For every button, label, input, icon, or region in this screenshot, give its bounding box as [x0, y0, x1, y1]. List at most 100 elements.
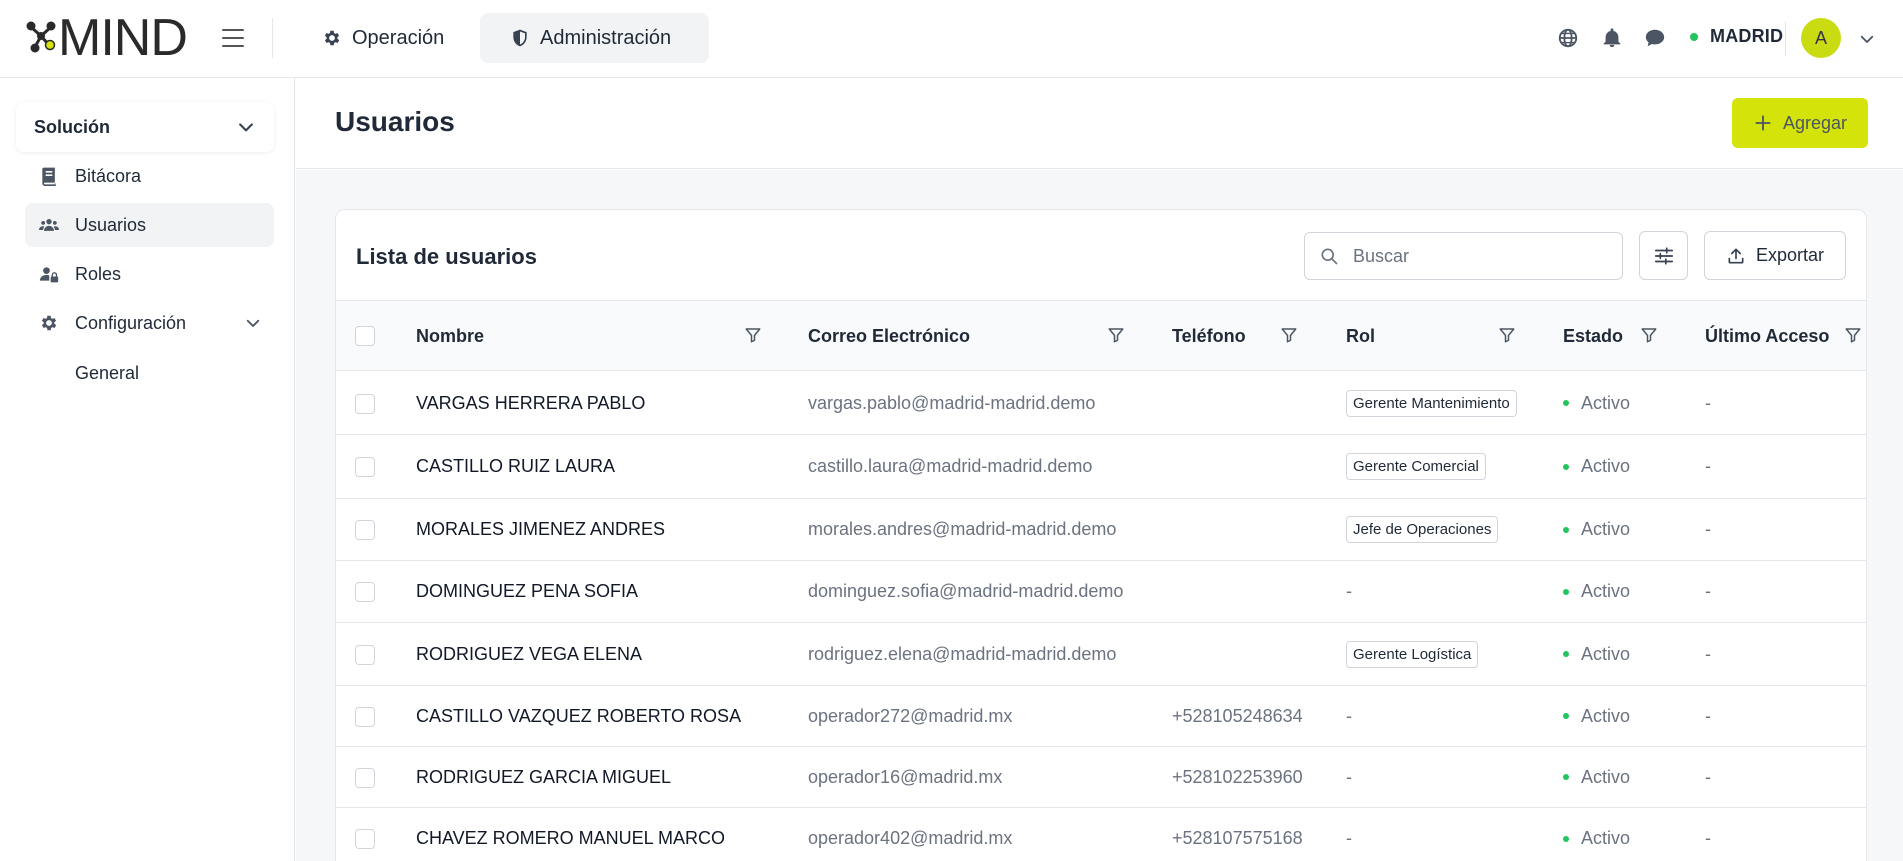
add-button[interactable]: Agregar	[1732, 98, 1868, 148]
column-header-ultimo-acceso[interactable]: Último Acceso	[1705, 301, 1829, 371]
role-badge: Jefe de Operaciones	[1346, 516, 1499, 543]
plus-icon	[1755, 115, 1771, 131]
search-box[interactable]	[1304, 232, 1623, 280]
user-email: operador16@madrid.mx	[808, 766, 1003, 787]
table-row[interactable]: RODRIGUEZ VEGA ELENA rodriguez.elena@madr…	[336, 623, 1866, 686]
menu-toggle-icon[interactable]	[220, 26, 246, 50]
user-phone: +528105248634	[1172, 705, 1303, 726]
tab-label: Administración	[540, 26, 672, 49]
table-row[interactable]: CASTILLO VAZQUEZ ROBERTO ROSA operador272…	[336, 686, 1866, 747]
user-status: Activo	[1563, 499, 1630, 560]
search-input[interactable]	[1353, 245, 1603, 267]
location-label: MADRID	[1710, 26, 1784, 46]
column-settings-button[interactable]	[1639, 231, 1688, 280]
user-last-access: -	[1705, 456, 1711, 476]
row-checkbox[interactable]	[355, 520, 375, 540]
sidebar-subitem-general[interactable]: General	[75, 353, 139, 393]
user-email: castillo.laura@madrid-madrid.demo	[808, 456, 1093, 476]
user-last-access: -	[1705, 828, 1711, 848]
table-row[interactable]: DOMINGUEZ PENA SOFIA dominguez.sofia@madr…	[336, 561, 1866, 623]
user-email: morales.andres@madrid-madrid.demo	[808, 519, 1117, 539]
top-bar: MIND Operación Administración MADRID A	[0, 0, 1903, 78]
row-checkbox[interactable]	[355, 829, 375, 849]
status-dot	[1563, 526, 1569, 533]
tab-administracion[interactable]: Administración	[480, 13, 709, 63]
filter-icon[interactable]	[744, 326, 762, 344]
status-dot	[1563, 713, 1569, 719]
user-name: CASTILLO VAZQUEZ ROBERTO ROSA	[416, 705, 742, 726]
status-dot	[1563, 835, 1569, 842]
filter-icon[interactable]	[1640, 326, 1658, 344]
column-header-rol[interactable]: Rol	[1346, 301, 1375, 371]
divider	[272, 18, 273, 58]
sidebar-item-roles[interactable]: Roles	[25, 252, 274, 296]
row-checkbox[interactable]	[355, 582, 375, 602]
chat-icon[interactable]	[1642, 25, 1668, 51]
bell-icon[interactable]	[1599, 25, 1625, 51]
table-row[interactable]: CASTILLO RUIZ LAURA castillo.laura@madrid…	[336, 435, 1866, 499]
user-last-access: -	[1705, 705, 1711, 726]
book-icon	[42, 167, 56, 186]
status-label: Activo	[1581, 643, 1631, 664]
solution-selector[interactable]: Solución	[16, 102, 274, 152]
sidebar-item-configuracion[interactable]: Configuración	[25, 301, 274, 345]
table-row[interactable]: MORALES JIMENEZ ANDRES morales.andres@mad…	[336, 499, 1866, 561]
table-header: Nombre Correo Electrónico Teléfono Rol E…	[336, 300, 1866, 371]
app-logo[interactable]: MIND	[24, 12, 188, 64]
location-selector[interactable]: MADRID	[1690, 26, 1783, 47]
tab-operacion[interactable]: Operación	[292, 13, 474, 63]
filter-icon[interactable]	[1107, 326, 1125, 344]
gear-icon	[41, 315, 57, 331]
role-badge: Gerente Comercial	[1346, 453, 1486, 480]
avatar[interactable]: A	[1801, 18, 1841, 58]
search-icon	[1321, 248, 1338, 265]
chevron-down-icon	[239, 123, 253, 132]
row-checkbox[interactable]	[355, 644, 375, 665]
user-name: RODRIGUEZ VEGA ELENA	[416, 643, 643, 664]
user-status: Activo	[1563, 372, 1630, 434]
user-status: Activo	[1563, 808, 1630, 861]
table-row[interactable]: RODRIGUEZ GARCIA MIGUEL operador16@madrid…	[336, 747, 1866, 808]
column-header-telefono[interactable]: Teléfono	[1172, 301, 1246, 371]
status-label: Activo	[1581, 581, 1631, 601]
location-status-dot	[1690, 32, 1698, 41]
table-row[interactable]: CHAVEZ ROMERO MANUEL MARCO operador402@ma…	[336, 808, 1866, 861]
row-checkbox[interactable]	[355, 706, 375, 727]
user-last-access: -	[1705, 581, 1711, 601]
row-checkbox[interactable]	[355, 393, 375, 414]
column-header-correo[interactable]: Correo Electrónico	[808, 301, 970, 371]
user-name: DOMINGUEZ PENA SOFIA	[416, 581, 639, 601]
filter-icon[interactable]	[1498, 326, 1516, 344]
role-text: -	[1346, 581, 1352, 601]
role-text: -	[1346, 766, 1352, 787]
chevron-down-icon[interactable]	[1858, 30, 1876, 48]
card-title: Lista de usuarios	[356, 244, 537, 269]
export-button[interactable]: Exportar	[1704, 231, 1846, 280]
table-row[interactable]: VARGAS HERRERA PABLO vargas.pablo@madrid-…	[336, 372, 1866, 435]
column-header-nombre[interactable]: Nombre	[416, 301, 484, 371]
sidebar-item-usuarios[interactable]: Usuarios	[25, 203, 274, 247]
row-checkbox[interactable]	[355, 767, 375, 788]
status-label: Activo	[1581, 828, 1631, 848]
user-role-cell: -	[1346, 686, 1352, 746]
row-checkbox[interactable]	[355, 457, 375, 477]
sidebar-item-label: Configuración	[75, 312, 187, 333]
user-last-access: -	[1705, 643, 1711, 664]
column-header-estado[interactable]: Estado	[1563, 301, 1623, 371]
role-badge: Gerente Logística	[1346, 640, 1479, 668]
sidebar-item-bitacora[interactable]: Bitácora	[25, 154, 274, 198]
user-status: Activo	[1563, 623, 1630, 685]
user-email: vargas.pablo@madrid-madrid.demo	[808, 392, 1096, 413]
filter-icon[interactable]	[1844, 326, 1862, 344]
filter-icon[interactable]	[1280, 326, 1298, 344]
user-email: rodriguez.elena@madrid-madrid.demo	[808, 643, 1117, 664]
role-text: -	[1346, 705, 1352, 726]
globe-icon[interactable]	[1555, 25, 1581, 51]
status-label: Activo	[1581, 766, 1631, 787]
role-text: -	[1346, 828, 1352, 848]
users-icon	[39, 219, 59, 231]
tab-label: Operación	[352, 26, 445, 49]
status-dot	[1563, 463, 1569, 470]
select-all-checkbox[interactable]	[355, 326, 375, 346]
users-card: Lista de usuarios Exportar Nombre Correo…	[335, 209, 1867, 861]
